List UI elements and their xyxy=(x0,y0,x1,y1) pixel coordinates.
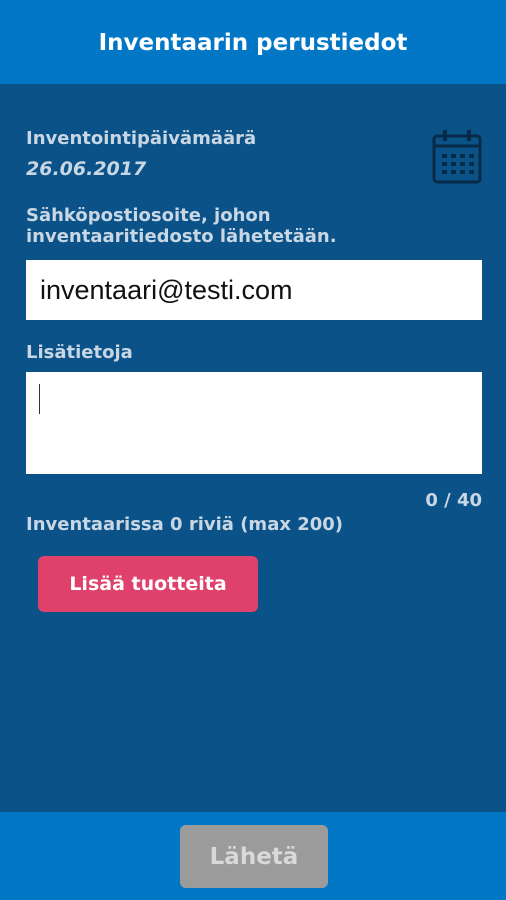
email-field[interactable] xyxy=(26,260,482,320)
email-label-line2: inventaaritiedosto lähetetään. xyxy=(26,226,337,247)
page-title: Inventaarin perustiedot xyxy=(98,30,408,56)
send-button[interactable]: Lähetä xyxy=(180,825,328,888)
notes-char-counter: 0 / 40 xyxy=(425,490,482,511)
text-caret xyxy=(39,384,40,414)
email-label-line1: Sähköpostiosoite, johon xyxy=(26,205,271,226)
form-area: Inventointipäivämäärä 26.06.2017 Sähköpo… xyxy=(0,84,506,812)
notes-field[interactable] xyxy=(26,372,482,474)
rows-info: Inventaarissa 0 riviä (max 200) xyxy=(26,514,344,535)
notes-label: Lisätietoja xyxy=(26,342,133,363)
date-value[interactable]: 26.06.2017 xyxy=(26,158,146,180)
add-products-button[interactable]: Lisää tuotteita xyxy=(38,556,258,612)
footer-bar: Lähetä xyxy=(0,812,506,900)
app-header: Inventaarin perustiedot xyxy=(0,0,506,84)
date-label: Inventointipäivämäärä xyxy=(26,128,257,149)
calendar-icon[interactable] xyxy=(432,128,482,184)
